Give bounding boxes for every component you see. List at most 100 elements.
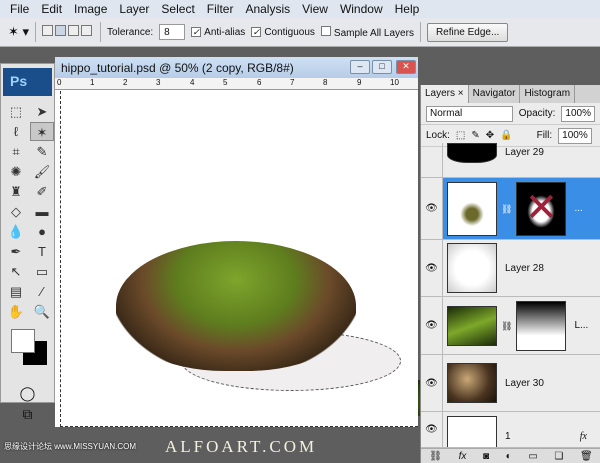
opacity-input[interactable]: 100% [561,105,595,122]
options-bar: ✶ ▾ Tolerance: 8 ✓ Anti-alias ✓ Contiguous… [0,18,600,47]
crop-tool-icon[interactable]: ⌗ [4,142,28,161]
foreground-color[interactable] [11,329,35,353]
pen-tool-icon[interactable]: ✒ [4,242,28,261]
menu-analysis[interactable]: Analysis [239,2,296,16]
link-icon[interactable]: ⛓ [501,297,512,355]
path-select-icon[interactable]: ↖ [4,262,28,281]
brush-tool-icon[interactable]: 🖌 [30,162,54,181]
eye-icon[interactable]: 👁 [421,297,443,354]
adjustment-layer-icon[interactable]: ◐ [506,451,512,462]
type-tool-icon[interactable]: T [30,242,54,261]
layer-row[interactable]: 👁 ⛓ L... [421,297,600,355]
visibility-toggle[interactable] [421,143,443,177]
new-group-icon[interactable]: ▭ [528,451,537,462]
menu-filter[interactable]: Filter [201,2,240,16]
ruler-label: 3 [156,78,161,87]
lock-transparency-icon[interactable]: ⬚ [456,130,465,141]
fill-input[interactable]: 100% [558,127,592,144]
layer-row[interactable]: 👁 Layer 30 [421,355,600,412]
tab-histogram[interactable]: Histogram [520,85,576,103]
toolbox: Ps ⬚ ➤ ℓ ✶ ⌗ ✎ ✺ 🖌 ♜ ✐ ◇ ▬ 💧 ● ✒ T ↖ ▭ ▤… [0,63,55,422]
layer-thumbnail [447,243,497,293]
magic-wand-tool-icon[interactable]: ✶ [30,122,54,141]
ruler-label: 6 [257,78,262,87]
hand-tool-icon[interactable]: ✋ [4,302,28,321]
document-window: hippo_tutorial.psd @ 50% (2 copy, RGB/8#… [55,57,418,427]
menu-view[interactable]: View [296,2,334,16]
tab-layers[interactable]: Layers × [421,85,469,103]
link-icon[interactable]: ⛓ [501,178,512,240]
eye-icon[interactable]: 👁 [421,240,443,296]
lock-pixels-icon[interactable]: ✎ [471,130,479,141]
layer-row[interactable]: 👁 Layer 28 [421,240,600,297]
lasso-tool-icon[interactable]: ℓ [4,122,28,141]
contiguous-checkbox[interactable]: ✓ Contiguous [251,26,315,38]
tab-navigator[interactable]: Navigator [469,85,521,103]
layer-row[interactable]: 👁 1 fx [421,412,600,448]
add-mask-icon[interactable]: ◙ [483,451,489,462]
marquee-tool-icon[interactable]: ⬚ [4,102,28,121]
menu-image[interactable]: Image [68,2,113,16]
blend-mode-select[interactable]: Normal [426,105,513,122]
check-icon: ✓ [251,26,262,37]
stamp-tool-icon[interactable]: ♜ [4,182,28,201]
divider [419,22,421,42]
gradient-tool-icon[interactable]: ▬ [30,202,54,221]
menu-layer[interactable]: Layer [113,2,155,16]
ruler-label: 4 [190,78,195,87]
new-selection-button[interactable] [42,25,54,36]
link-layers-icon[interactable]: ⛓ [429,451,442,462]
menu-window[interactable]: Window [334,2,389,16]
add-selection-button[interactable] [55,25,67,36]
minimize-button[interactable]: – [350,60,370,74]
dodge-tool-icon[interactable]: ● [30,222,54,241]
fx-badge: fx [579,430,587,442]
layer-mask-thumbnail [516,300,567,351]
history-brush-icon[interactable]: ✐ [30,182,54,201]
slice-tool-icon[interactable]: ✎ [30,142,54,161]
refine-edge-button[interactable]: Refine Edge... [426,22,509,42]
layer-thumbnail [447,181,497,236]
layer-name: 1 [505,430,511,442]
eraser-tool-icon[interactable]: ◇ [4,202,28,221]
menu-help[interactable]: Help [389,2,426,16]
eyedropper-tool-icon[interactable]: ⁄ [30,282,54,301]
layer-mask-thumbnail: ✕ [516,181,567,236]
new-layer-icon[interactable]: ❏ [554,451,563,462]
menu-file[interactable]: File [4,2,35,16]
layer-row[interactable]: Layer 29 [421,143,600,178]
close-button[interactable]: ✕ [396,60,416,74]
tolerance-input[interactable]: 8 [159,24,186,40]
healing-tool-icon[interactable]: ✺ [4,162,28,181]
menu-edit[interactable]: Edit [35,2,68,16]
eye-icon[interactable]: 👁 [421,355,443,411]
horizontal-ruler: 0 1 2 3 4 5 6 7 8 9 10 [55,78,418,90]
intersect-selection-button[interactable] [81,25,93,36]
quick-mask-icon[interactable]: ◯ [1,385,54,402]
screen-mode-icon[interactable]: ⧉ [1,406,54,423]
trash-icon[interactable]: 🗑 [580,451,593,462]
fx-icon[interactable]: fx [459,451,467,462]
shape-tool-icon[interactable]: ▭ [30,262,54,281]
blur-tool-icon[interactable]: 💧 [4,222,28,241]
sample-all-layers-checkbox[interactable]: Sample All Layers [320,25,414,39]
zoom-tool-icon[interactable]: 🔍 [30,302,54,321]
maximize-button[interactable]: □ [372,60,392,74]
checkbox-empty [320,25,331,36]
move-tool-icon[interactable]: ➤ [30,102,54,121]
ruler-label: 5 [223,78,228,87]
lock-label: Lock: [426,130,450,141]
lock-position-icon[interactable]: ✥ [486,130,494,141]
blend-row: Normal Opacity: 100% [421,103,600,125]
magic-wand-icon[interactable]: ✶ ▾ [8,24,29,40]
sample-all-label: Sample All Layers [333,27,414,39]
canvas[interactable] [60,91,418,427]
eye-icon[interactable]: 👁 [421,178,443,239]
layer-row-selected[interactable]: 👁 ⛓ ✕ ... [421,178,600,240]
anti-alias-checkbox[interactable]: ✓ Anti-alias [191,26,245,38]
menu-select[interactable]: Select [155,2,200,16]
document-title-bar: hippo_tutorial.psd @ 50% (2 copy, RGB/8#… [55,57,418,78]
notes-tool-icon[interactable]: ▤ [4,282,28,301]
eye-icon[interactable]: 👁 [421,412,443,447]
subtract-selection-button[interactable] [68,25,80,36]
